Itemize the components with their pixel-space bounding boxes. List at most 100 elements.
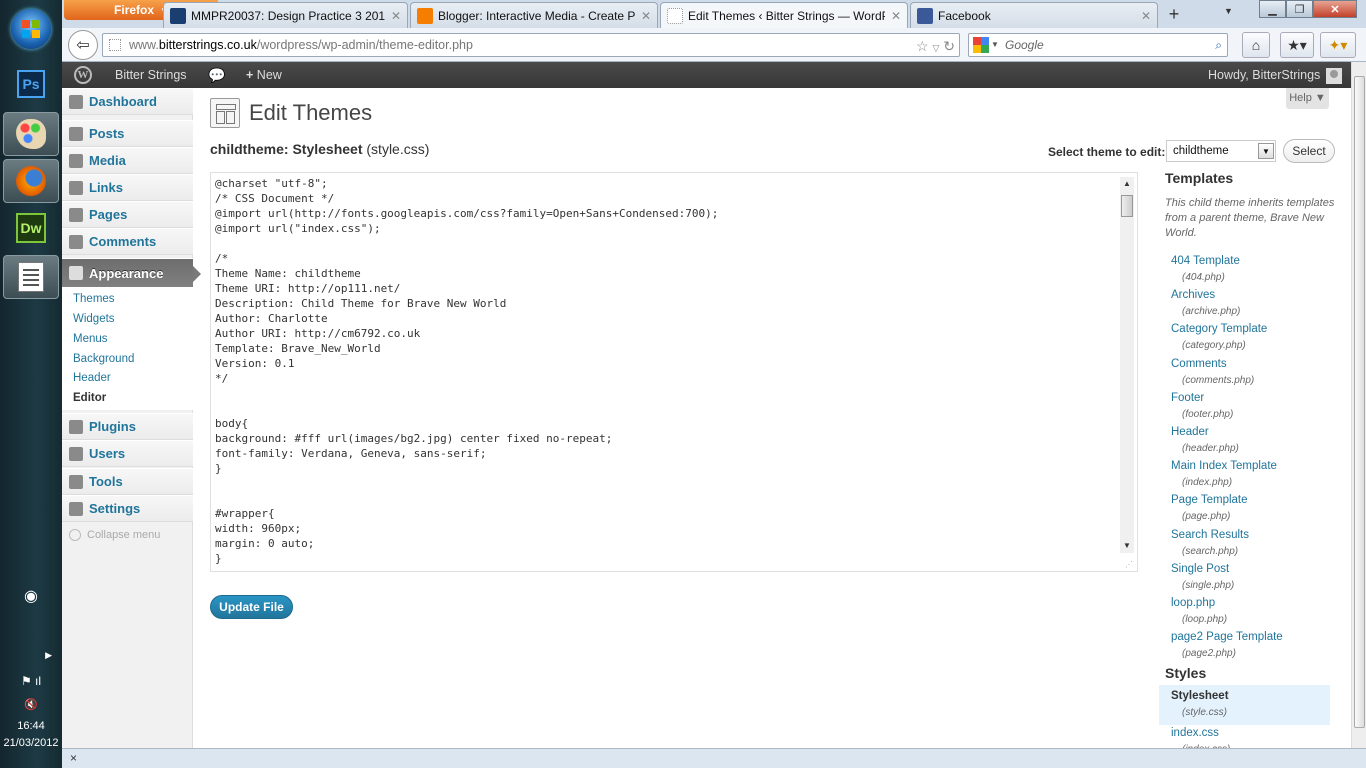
taskbar-dreamweaver[interactable]: Dw [3,206,59,250]
minimize-button[interactable]: ▁ [1259,0,1286,18]
code-line[interactable]: #wrapper{ [215,506,1115,521]
template-file-link[interactable]: Header (header.php) [1159,425,1330,457]
template-file-link[interactable]: Archives (archive.php) [1159,288,1330,320]
tab-edit-themes[interactable]: Edit Themes ‹ Bitter Strings — WordP... ✕ [660,2,908,29]
close-window-button[interactable]: ✕ [1313,0,1357,18]
new-tab-button[interactable]: + [1162,4,1186,26]
url-bar[interactable]: www.bitterstrings.co.uk/wordpress/wp-adm… [102,33,960,57]
menu-settings[interactable]: Settings [62,495,193,522]
code-line[interactable]: Author: Charlotte [215,311,1115,326]
tab-facebook[interactable]: Facebook ✕ [910,2,1158,28]
maximize-button[interactable]: ❐ [1286,0,1313,18]
taskbar-photoshop[interactable]: Ps [3,62,59,106]
code-line[interactable]: } [215,461,1115,476]
tray-status-icons[interactable]: ⚑ ıl [0,674,62,688]
bookmark-star-icon[interactable]: ☆ [916,38,929,54]
code-line[interactable]: font-family: Verdana, Geneva, sans-serif… [215,446,1115,461]
stylesheet-file-link[interactable]: Stylesheet (style.css) [1159,685,1330,725]
code-line[interactable]: Theme URI: http://op111.net/ [215,281,1115,296]
update-file-button[interactable]: Update File [210,595,293,619]
start-button[interactable] [11,9,51,49]
code-line[interactable]: } [215,551,1115,566]
google-icon[interactable] [973,37,989,53]
tab-blogger[interactable]: Blogger: Interactive Media - Create P...… [410,2,658,28]
scroll-up-icon[interactable]: ▲ [1120,177,1134,191]
template-file-link[interactable]: loop.php (loop.php) [1159,596,1330,628]
menu-users[interactable]: Users [62,440,193,467]
code-line[interactable] [215,236,1115,251]
home-button[interactable]: ⌂ [1242,32,1270,58]
template-file-link[interactable]: Main Index Template (index.php) [1159,459,1330,491]
code-line[interactable]: Version: 0.1 [215,356,1115,371]
help-tab[interactable]: Help ▼ [1286,88,1329,109]
code-line[interactable]: Template: Brave_New_World [215,341,1115,356]
menu-appearance[interactable]: Appearance [62,258,201,288]
code-line[interactable] [215,476,1115,491]
submenu-menus[interactable]: Menus [73,333,108,345]
code-line[interactable] [215,401,1115,416]
stylesheet-file-link[interactable]: index.css (index.css) [1159,726,1330,748]
close-tab-icon[interactable]: ✕ [641,9,651,23]
tab-list-icon[interactable]: ▼ [1224,6,1233,16]
menu-tools[interactable]: Tools [62,468,193,495]
template-file-link[interactable]: 404 Template (404.php) [1159,254,1330,286]
template-file-link[interactable]: Search Results (search.php) [1159,528,1330,560]
search-bar[interactable]: ▼ Google ⌕ [968,33,1228,57]
menu-media[interactable]: Media [62,147,193,174]
menu-plugins[interactable]: Plugins [62,413,193,440]
template-file-link[interactable]: Comments (comments.php) [1159,357,1330,389]
clock-time[interactable]: 16:44 [0,720,62,732]
comments-bubble-icon[interactable]: 💬 [208,62,225,88]
code-line[interactable]: margin: 0 auto; [215,536,1115,551]
code-line[interactable]: Theme Name: childtheme [215,266,1115,281]
template-file-link[interactable]: page2 Page Template (page2.php) [1159,630,1330,662]
submenu-widgets[interactable]: Widgets [73,313,115,325]
code-line[interactable]: width: 960px; [215,521,1115,536]
menu-comments[interactable]: Comments [62,228,193,255]
close-addon-bar-icon[interactable]: × [70,751,77,765]
page-identity-icon[interactable] [109,39,121,51]
close-tab-icon[interactable]: ✕ [391,9,401,23]
taskbar-paint[interactable] [3,112,59,156]
code-line[interactable]: @charset "utf-8"; [215,176,1115,191]
close-tab-icon[interactable]: ✕ [1141,9,1151,23]
bookmarks-button[interactable]: ★▾ [1280,32,1314,58]
collapse-menu-button[interactable]: Collapse menu [69,529,160,541]
site-name-link[interactable]: Bitter Strings [115,62,187,88]
wordpress-logo-icon[interactable]: W [74,66,92,84]
code-line[interactable]: */ [215,371,1115,386]
menu-pages[interactable]: Pages [62,201,193,228]
code-line[interactable]: /* [215,251,1115,266]
addon-button[interactable]: ✦▾ [1320,32,1356,58]
search-icon[interactable]: ⌕ [1215,34,1222,56]
editor-scrollbar[interactable]: ▲ ▼ [1120,177,1134,553]
back-button[interactable]: ⇦ [68,30,98,60]
scrollbar-thumb[interactable] [1121,195,1133,217]
template-file-link[interactable]: Footer (footer.php) [1159,391,1330,423]
taskbar-firefox[interactable] [3,159,59,203]
submenu-themes[interactable]: Themes [73,293,115,305]
network-icon[interactable]: ◉ [0,586,62,606]
close-tab-icon[interactable]: ✕ [891,9,901,23]
search-engine-dropdown-icon[interactable]: ▼ [991,34,999,56]
page-scrollbar[interactable] [1351,62,1366,748]
submenu-background[interactable]: Background [73,353,134,365]
menu-dashboard[interactable]: Dashboard [62,88,193,115]
code-line[interactable]: Description: Child Theme for Brave New W… [215,296,1115,311]
code-line[interactable]: @import url(http://fonts.googleapis.com/… [215,206,1115,221]
menu-links[interactable]: Links [62,174,193,201]
tab-mmpr[interactable]: MMPR20037: Design Practice 3 20111... ✕ [163,2,408,28]
code-editor[interactable]: @charset "utf-8";/* CSS Document */@impo… [210,172,1138,572]
scroll-down-icon[interactable]: ▼ [1120,539,1134,553]
reload-icon[interactable]: ↻ [943,38,955,54]
account-menu[interactable]: Howdy, BitterStrings [1208,62,1343,88]
template-file-link[interactable]: Category Template (category.php) [1159,322,1330,354]
volume-icon[interactable]: 🔇 [0,698,62,711]
taskbar-wordpad[interactable] [3,255,59,299]
theme-select[interactable]: childtheme ▼ [1166,140,1276,162]
resize-grip-icon[interactable]: ⋰ [1125,560,1133,569]
history-dropdown-icon[interactable]: ▽ [932,43,939,53]
template-file-link[interactable]: Single Post (single.php) [1159,562,1330,594]
code-line[interactable]: background: #fff url(images/bg2.jpg) cen… [215,431,1115,446]
code-content[interactable]: @charset "utf-8";/* CSS Document */@impo… [215,176,1115,566]
